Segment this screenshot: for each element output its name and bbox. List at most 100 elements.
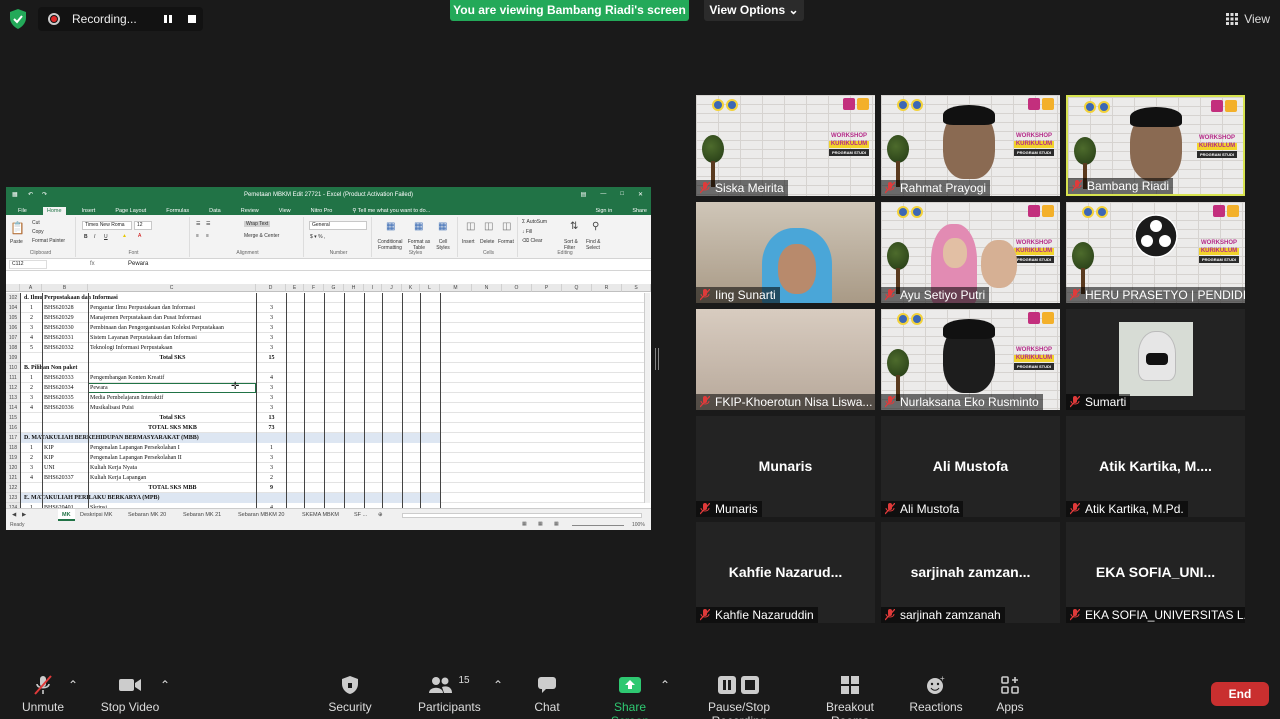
cell-sks[interactable]: 4 xyxy=(258,373,285,383)
sheet-tab-sebaran-mk-20[interactable]: Sebaran MK 20 xyxy=(128,512,166,518)
paste-icon[interactable]: 📋 xyxy=(10,221,25,235)
cell-code[interactable] xyxy=(44,413,87,423)
close-icon[interactable]: ✕ xyxy=(638,191,643,198)
cell-code[interactable]: UNI xyxy=(44,463,87,473)
row-header[interactable]: 118 xyxy=(6,443,20,453)
participant-tile[interactable]: Atik Kartika, M.... Atik Kartika, M.Pd. xyxy=(1066,416,1245,517)
sheet-nav-next-icon[interactable]: ▶ xyxy=(22,512,26,518)
row-header[interactable]: 119 xyxy=(6,453,20,463)
cell-sks[interactable]: 3 xyxy=(258,403,285,413)
participant-tile[interactable]: WORKSHOP KURIKULUM PROGRAM STUDI Bambang Ri… xyxy=(1066,95,1245,196)
format-painter-button[interactable]: Format Painter xyxy=(32,238,65,244)
sheet-tab-sebaran-mk-21[interactable]: Sebaran MK 21 xyxy=(183,512,221,518)
row-header[interactable]: 107 xyxy=(6,333,20,343)
sheet-tab-mk[interactable]: MK xyxy=(58,509,75,521)
cell-no[interactable]: 4 xyxy=(22,473,41,483)
participant-tile[interactable]: WORKSHOP KURIKULUM PROGRAM STUDI Siska Meir… xyxy=(696,95,875,196)
vertical-scrollbar[interactable] xyxy=(644,293,650,503)
tab-page-layout[interactable]: Page Layout xyxy=(111,207,150,215)
cell-sks[interactable] xyxy=(258,293,285,303)
cell-no[interactable]: 3 xyxy=(22,463,41,473)
italic-button[interactable]: I xyxy=(94,234,95,240)
formula-input[interactable]: Pewara xyxy=(128,261,148,267)
breakout-rooms-button[interactable]: Breakout Rooms xyxy=(807,674,893,719)
cell-code[interactable]: BHS620333 xyxy=(44,373,87,383)
participant-tile[interactable]: FKIP-Khoerotun Nisa Liswa... xyxy=(696,309,875,410)
row-header[interactable]: 111 xyxy=(6,373,20,383)
row-header[interactable]: 120 xyxy=(6,463,20,473)
column-header[interactable]: I xyxy=(364,284,382,292)
share-options-caret-icon[interactable]: ⌃ xyxy=(660,678,670,692)
add-sheet-icon[interactable]: ⊕ xyxy=(378,512,383,518)
chat-button[interactable]: Chat xyxy=(527,674,567,714)
share-link[interactable]: Share xyxy=(628,207,651,215)
tab-insert[interactable]: Insert xyxy=(78,207,100,215)
cell-no[interactable] xyxy=(22,483,41,493)
cell-code[interactable]: BHS620336 xyxy=(44,403,87,413)
paste-label[interactable]: Paste xyxy=(10,239,23,245)
participant-tile[interactable]: Sumarti xyxy=(1066,309,1245,410)
column-header[interactable]: M xyxy=(440,284,472,292)
cell-no[interactable]: 3 xyxy=(22,323,41,333)
view-layout-button[interactable]: View xyxy=(1226,8,1270,30)
name-box[interactable]: C112 xyxy=(9,260,47,269)
sign-in-link[interactable]: Sign in xyxy=(591,207,616,215)
share-screen-button[interactable]: Share Screen xyxy=(595,674,665,719)
row-header[interactable]: 115 xyxy=(6,413,20,423)
participant-tile[interactable]: WORKSHOP KURIKULUM PROGRAM STUDI HERU PRASE… xyxy=(1066,202,1245,303)
underline-button[interactable]: U xyxy=(104,234,108,240)
security-button[interactable]: Security xyxy=(325,674,375,714)
align-middle-icon[interactable]: ☰ xyxy=(206,221,210,227)
cell-no[interactable]: 5 xyxy=(22,343,41,353)
row-header[interactable]: 112 xyxy=(6,383,20,393)
sheet-tab-deskripsi-mk[interactable]: Deskripsi MK xyxy=(80,512,112,518)
view-options-button[interactable]: View Options ⌄ xyxy=(704,0,804,21)
cell-no[interactable] xyxy=(22,413,41,423)
cell-course-name[interactable] xyxy=(90,363,255,373)
cell-sks[interactable]: 2 xyxy=(258,473,285,483)
currency-icon[interactable]: $ ▾ % , xyxy=(310,234,325,240)
row-header[interactable]: 121 xyxy=(6,473,20,483)
wrap-text-button[interactable]: Wrap Text xyxy=(244,221,271,227)
audio-options-caret-icon[interactable]: ⌃ xyxy=(68,678,78,692)
column-header[interactable]: O xyxy=(502,284,532,292)
cell-sks[interactable]: 3 xyxy=(258,383,285,393)
cell-sks[interactable]: 3 xyxy=(258,453,285,463)
column-header[interactable]: D xyxy=(256,284,286,292)
cell-sks[interactable]: 3 xyxy=(258,303,285,313)
cell-course-name[interactable]: TOTAL SKS MBB xyxy=(90,483,255,493)
row-header[interactable]: 114 xyxy=(6,403,20,413)
column-header[interactable]: R xyxy=(592,284,622,292)
column-header[interactable]: A xyxy=(20,284,42,292)
cell-course-name[interactable] xyxy=(90,433,255,443)
column-header[interactable]: P xyxy=(532,284,562,292)
column-header[interactable]: G xyxy=(324,284,344,292)
cell-sks[interactable]: 3 xyxy=(258,393,285,403)
cell-no[interactable]: 4 xyxy=(22,333,41,343)
reactions-button[interactable]: + Reactions xyxy=(907,674,965,714)
bold-button[interactable]: B xyxy=(84,234,88,240)
cell-sks[interactable] xyxy=(258,363,285,373)
cell-sks[interactable]: 3 xyxy=(258,463,285,473)
cell-code[interactable] xyxy=(44,423,87,433)
row-header[interactable]: 113 xyxy=(6,393,20,403)
row-header[interactable]: 109 xyxy=(6,353,20,363)
tab-data[interactable]: Data xyxy=(205,207,225,215)
cell-no[interactable]: 1 xyxy=(22,303,41,313)
cell-code[interactable] xyxy=(44,483,87,493)
participant-tile[interactable]: WORKSHOP KURIKULUM PROGRAM STUDI Ayu Setiyo… xyxy=(881,202,1060,303)
fill-color-icon[interactable]: ▲ xyxy=(122,233,127,239)
cell-code[interactable]: BHS620335 xyxy=(44,393,87,403)
cell-code[interactable]: BHS620329 xyxy=(44,313,87,323)
cell-no[interactable]: 4 xyxy=(22,403,41,413)
stop-recording-icon[interactable] xyxy=(186,13,198,25)
tell-me-search[interactable]: ⚲ Tell me what you want to do... xyxy=(348,207,434,215)
fill-button[interactable]: ↓ Fill xyxy=(522,229,532,235)
number-format-select[interactable]: General xyxy=(309,221,367,230)
pause-recording-icon[interactable] xyxy=(162,13,174,25)
ribbon-display-icon[interactable]: ▤ xyxy=(581,191,587,198)
column-header[interactable]: E xyxy=(286,284,304,292)
apps-button[interactable]: Apps xyxy=(990,674,1030,714)
format-cells-button[interactable]: Format xyxy=(498,239,514,245)
row-header[interactable]: 104 xyxy=(6,303,20,313)
